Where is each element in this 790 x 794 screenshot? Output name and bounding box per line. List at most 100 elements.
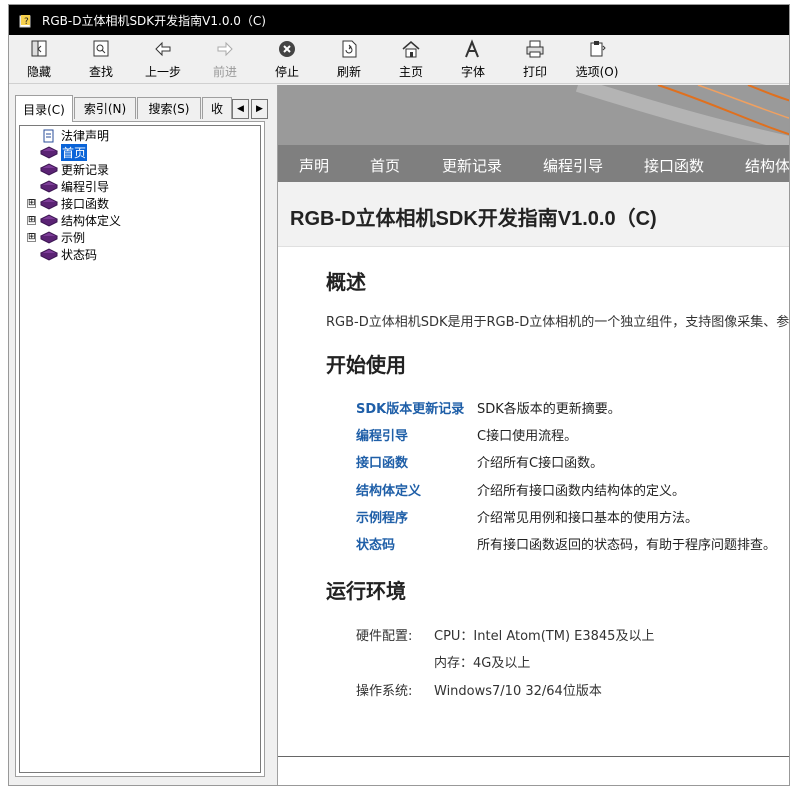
stop-label: 停止 [274,65,299,79]
svg-text:?: ? [24,17,29,27]
nav-item-statement[interactable]: 声明 [299,155,329,176]
find-button[interactable]: 查找 [75,38,127,80]
stop-icon [279,41,295,57]
footer-divider [278,756,789,757]
back-button[interactable]: 上一步 [137,38,189,80]
nav-tabs: 目录(C) 索引(N) 搜索(S) 收 ◀ ▶ [15,95,271,122]
options-button[interactable]: 选项(O) [571,38,623,80]
tree-item-label: 编程引导 [61,180,110,194]
forward-button[interactable]: 前进 [199,38,251,80]
font-button[interactable]: 字体 [447,38,499,80]
refresh-button[interactable]: 刷新 [323,38,375,80]
book-icon [40,213,58,227]
link-structs[interactable]: 结构体定义 [356,480,421,499]
tab-favorites[interactable]: 收 [202,97,232,119]
nav-item-changelog[interactable]: 更新记录 [442,155,502,176]
tab-favorites-label: 收 [210,102,223,116]
os-requirement: Windows7/10 32/64位版本 [434,684,602,699]
print-label: 打印 [522,65,547,79]
help-book-icon: ? [19,15,31,28]
tree-item-label: 首页 [61,144,88,161]
tree-item-label: 示例 [61,231,86,245]
tab-scroll-right-button[interactable]: ▶ [251,99,268,119]
link-description: 所有接口函数返回的状态码，有助于程序问题排查。 [477,538,777,553]
os-label: 操作系统: [356,684,413,699]
tree-item-structs[interactable]: ⊞ 结构体定义 [27,212,121,229]
book-icon [40,145,58,159]
title-band: RGB-D立体相机SDK开发指南V1.0.0（C) [278,182,789,247]
scroll-right-icon: ▶ [256,104,263,114]
scroll-left-icon: ◀ [237,104,244,114]
expand-icon[interactable]: ⊞ [27,216,36,225]
expand-icon[interactable]: ⊞ [27,233,36,242]
tree-item-changelog[interactable]: 更新记录 [40,161,109,178]
expand-icon[interactable]: ⊞ [27,199,36,208]
book-icon [40,196,58,210]
tree-item-guide[interactable]: 编程引导 [40,178,109,195]
window-title: RGB-D立体相机SDK开发指南V1.0.0（C) [42,13,266,28]
link-description: C接口使用流程。 [477,429,578,444]
stop-button[interactable]: 停止 [261,38,313,80]
getting-started-heading: 开始使用 [326,353,406,377]
page-icon [43,129,54,142]
toolbar: 隐藏 查找 上一步 前进 停止 刷新 主页 字体 打印 选项(O) [9,35,789,84]
tab-index-label: 索引(N) [83,102,127,116]
find-label: 查找 [88,65,113,79]
navigation-pane: 目录(C) 索引(N) 搜索(S) 收 ◀ ▶ 法律声明 首页 更新记录 编程引… [9,85,273,785]
tab-index[interactable]: 索引(N) [74,97,136,119]
tree-item-legal[interactable]: 法律声明 [40,127,109,144]
tree-item-label: 法律声明 [61,129,110,143]
refresh-label: 刷新 [336,65,361,79]
tree-item-label: 状态码 [61,248,98,262]
link-status-codes[interactable]: 状态码 [356,534,395,553]
tree-item-api[interactable]: ⊞ 接口函数 [27,195,109,212]
back-arrow-icon [155,41,171,57]
title-bar[interactable]: ? RGB-D立体相机SDK开发指南V1.0.0（C) [9,5,789,35]
contents-tree: 法律声明 首页 更新记录 编程引导 ⊞ 接口函数 ⊞ 结构体定义 ⊞ 示例 状态… [19,125,261,773]
link-sdk-changelog[interactable]: SDK版本更新记录 [356,398,464,417]
hide-label: 隐藏 [26,65,51,79]
tab-contents-label: 目录(C) [23,102,65,117]
book-icon [40,230,58,244]
tab-scroll-left-button[interactable]: ◀ [232,99,249,119]
link-examples[interactable]: 示例程序 [356,507,408,526]
nav-item-structs[interactable]: 结构体定义 [745,155,789,176]
book-icon [40,247,58,261]
back-label: 上一步 [144,65,181,79]
environment-heading: 运行环境 [326,579,406,603]
nav-item-api[interactable]: 接口函数 [644,155,704,176]
link-description: 介绍所有C接口函数。 [477,456,604,471]
memory-requirement: 内存：4G及以上 [434,656,531,671]
tree-item-label: 接口函数 [61,197,110,211]
find-icon [93,40,109,57]
tree-item-label: 更新记录 [61,163,110,177]
header-banner [278,85,789,145]
contents-tree-panel: 法律声明 首页 更新记录 编程引导 ⊞ 接口函数 ⊞ 结构体定义 ⊞ 示例 状态… [15,121,265,777]
refresh-icon [342,40,357,58]
font-icon [465,39,479,58]
tab-search-label: 搜索(S) [148,102,190,116]
forward-label: 前进 [212,65,237,79]
page-title: RGB-D立体相机SDK开发指南V1.0.0（C) [290,208,657,230]
link-guide[interactable]: 编程引导 [356,425,408,444]
link-description: 介绍所有接口函数内结构体的定义。 [477,484,686,499]
nav-item-guide[interactable]: 编程引导 [543,155,603,176]
tree-item-examples[interactable]: ⊞ 示例 [27,229,85,246]
tree-item-home[interactable]: 首页 [40,144,88,161]
home-button[interactable]: 主页 [385,38,437,80]
banner-swoosh-graphic [575,85,789,145]
hide-pane-icon [31,40,47,57]
print-button[interactable]: 打印 [509,38,561,80]
link-description: 介绍常见用例和接口基本的使用方法。 [477,511,699,526]
home-icon [402,41,420,58]
link-api[interactable]: 接口函数 [356,452,408,471]
nav-item-home[interactable]: 首页 [370,155,400,176]
book-icon [40,179,58,193]
help-window: ? RGB-D立体相机SDK开发指南V1.0.0（C) 隐藏 查找 上一步 前进… [8,4,790,786]
hide-button[interactable]: 隐藏 [13,38,65,80]
tab-contents[interactable]: 目录(C) [15,95,73,122]
tab-search[interactable]: 搜索(S) [137,97,201,119]
tree-item-label: 结构体定义 [61,214,122,228]
cpu-requirement: CPU：Intel Atom(TM) E3845及以上 [434,629,655,644]
tree-item-status[interactable]: 状态码 [40,246,97,263]
